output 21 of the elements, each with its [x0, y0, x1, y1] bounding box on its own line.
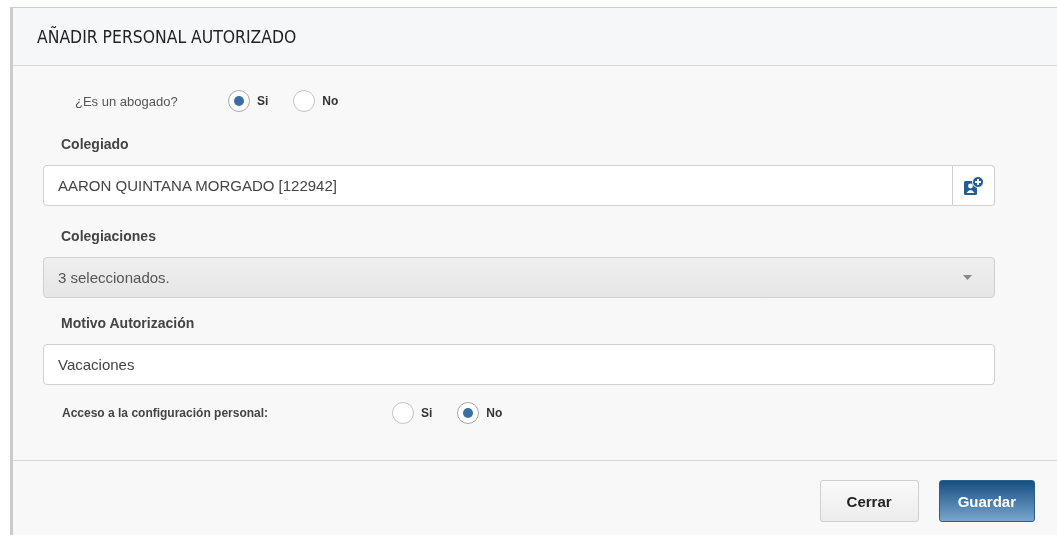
input-field[interactable]: AARON QUINTANA MORGADO [122942]	[43, 165, 953, 206]
question-label: Acceso a la configuración personal:	[62, 405, 270, 420]
field-label: Colegiaciones	[60, 228, 157, 246]
radio-button[interactable]	[228, 90, 250, 112]
radio-button[interactable]	[457, 401, 480, 424]
radio-label: No	[486, 405, 503, 420]
add-person-icon	[962, 175, 985, 196]
caret-icon	[963, 275, 972, 280]
radio-button[interactable]	[293, 90, 316, 112]
question-label: ¿Es un abogado?	[75, 93, 179, 109]
radio-label: Si	[257, 94, 269, 108]
dialog-title: AÑADIR PERSONAL AUTORIZADO	[37, 26, 297, 47]
input-field[interactable]: Vacaciones	[43, 344, 995, 385]
field-label: Motivo Autorización	[60, 315, 196, 333]
save-button[interactable]: Guardar	[938, 480, 1035, 522]
close-button[interactable]: Cerrar	[819, 480, 919, 522]
radio-label: Si	[421, 405, 433, 420]
field-label: Colegiado	[60, 136, 130, 154]
radio-label: No	[322, 94, 339, 108]
radio-button[interactable]	[392, 401, 414, 424]
add-person-button[interactable]	[953, 165, 995, 206]
